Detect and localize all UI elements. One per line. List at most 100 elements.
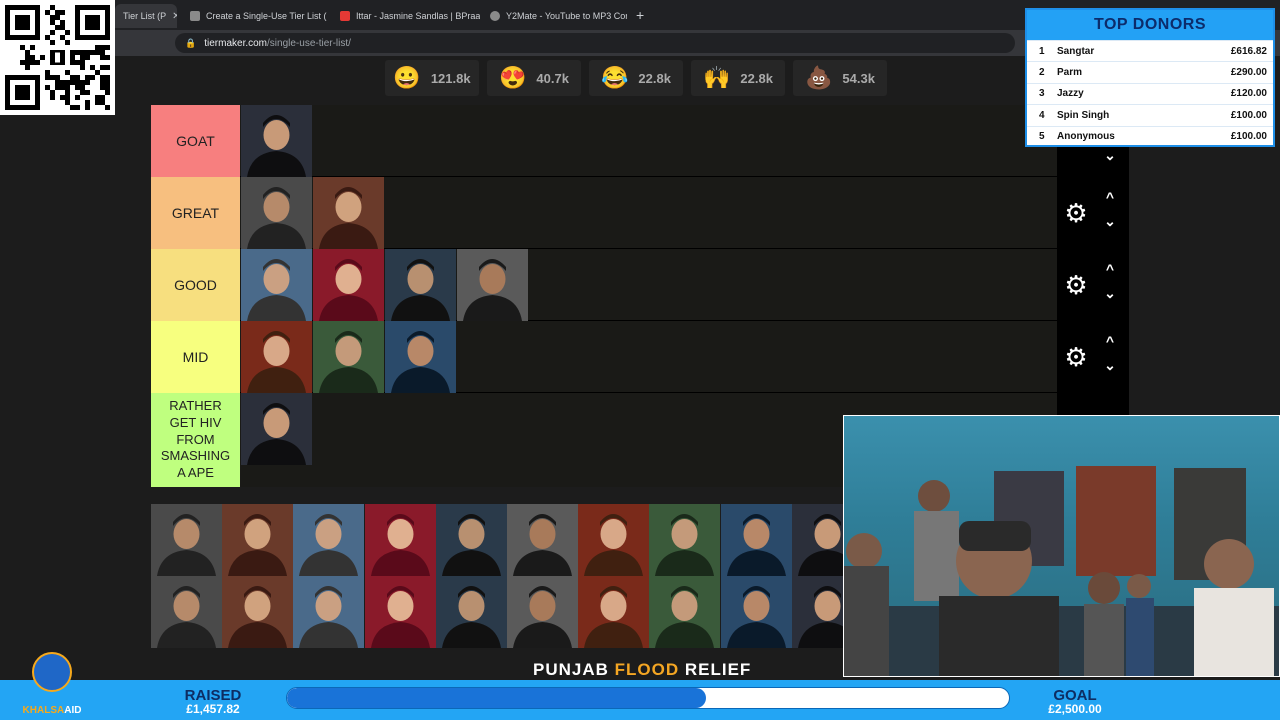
pool-item[interactable]	[364, 576, 436, 648]
donor-rank: 4	[1039, 109, 1045, 121]
donor-rank: 1	[1039, 45, 1045, 57]
gear-icon[interactable]: ⚙	[1062, 199, 1090, 227]
tier-label[interactable]: GREAT	[151, 177, 240, 249]
chevron-up-icon[interactable]: ^	[1101, 189, 1119, 205]
gear-icon[interactable]: ⚙	[1062, 271, 1090, 299]
reaction-poop[interactable]: 💩 54.3k	[793, 60, 887, 96]
tab-tier-list[interactable]: Tier List (P ✕	[115, 4, 177, 28]
donor-name: Parm	[1057, 67, 1083, 79]
tab-y2mate[interactable]: Y2Mate - YouTube to MP3 Conv ✕	[482, 4, 627, 28]
tab-label: Y2Mate - YouTube to MP3 Conv	[506, 11, 627, 21]
donor-row: 1 Sangtar £616.82	[1027, 40, 1273, 61]
new-tab-plus-icon[interactable]: +	[636, 7, 644, 23]
tier-item[interactable]	[313, 321, 384, 393]
portrait-image	[293, 504, 365, 576]
url-field[interactable]: 🔒 tiermaker.com /single-use-tier-list/	[175, 33, 1015, 53]
donor-row: 3 Jazzy £120.00	[1027, 82, 1273, 104]
heart-eyes-emoji-icon: 😍	[499, 65, 527, 90]
donor-amount: £616.82	[1230, 45, 1267, 57]
portrait-image	[241, 249, 312, 321]
pool-item[interactable]	[151, 504, 222, 576]
tier-item[interactable]	[385, 321, 456, 393]
tab-create-tier-list[interactable]: Create a Single-Use Tier List (P ✕	[182, 4, 327, 28]
donor-name: Sangtar	[1057, 45, 1095, 57]
reaction-heart-eyes[interactable]: 😍 40.7k	[487, 60, 581, 96]
tiermaker-favicon-icon	[190, 11, 200, 21]
chevron-down-icon[interactable]: ⌄	[1101, 213, 1119, 230]
pool-item[interactable]	[364, 504, 436, 576]
chevron-down-icon[interactable]: ⌄	[1101, 357, 1119, 374]
youtube-favicon-icon	[340, 11, 350, 21]
tier-item[interactable]	[313, 177, 384, 249]
reaction-bar: 😀 121.8k 😍 40.7k 😂 22.8k 🙌 22.8k 💩 54.3k	[385, 60, 900, 96]
chevron-up-icon[interactable]: ^	[1101, 333, 1119, 349]
tier-controls-mid: ⚙ ^ ⌄	[1057, 321, 1129, 393]
tier-label[interactable]: GOAT	[151, 105, 240, 177]
pool-item[interactable]	[578, 504, 650, 576]
pool-item[interactable]	[507, 576, 578, 648]
tier-item[interactable]	[385, 249, 456, 321]
chevron-down-icon[interactable]: ⌄	[1101, 147, 1119, 164]
pool-item[interactable]	[293, 504, 365, 576]
tier-label[interactable]: GOOD	[151, 249, 240, 321]
reaction-raised-hands[interactable]: 🙌 22.8k	[691, 60, 785, 96]
tier-label[interactable]: RATHER GET HIV FROM SMASHING A APE	[151, 393, 240, 487]
pool-item[interactable]	[649, 576, 721, 648]
logo-text-a: KHALSA	[22, 705, 65, 716]
pool-item[interactable]	[578, 576, 650, 648]
donation-qr-code	[0, 0, 115, 115]
logo-text-b: AID	[64, 705, 82, 716]
tab-label: Tier List (P	[123, 11, 167, 21]
tier-item[interactable]	[241, 321, 312, 393]
donor-rank: 2	[1039, 67, 1045, 79]
top-donors-panel: TOP DONORS 1 Sangtar £616.82 2 Parm £290…	[1025, 8, 1275, 147]
url-domain: tiermaker.com	[204, 37, 268, 49]
pool-item[interactable]	[151, 576, 222, 648]
pool-item[interactable]	[222, 576, 294, 648]
pool-item[interactable]	[507, 504, 578, 576]
tier-label[interactable]: MID	[151, 321, 240, 393]
chevron-down-icon[interactable]: ⌄	[1101, 285, 1119, 302]
pool-item[interactable]	[435, 504, 507, 576]
portrait-image	[507, 576, 578, 648]
flood-relief-banner: PUNJAB FLOOD RELIEF	[533, 660, 753, 680]
khalsa-aid-logo: KHALSAAID	[10, 652, 90, 718]
reaction-count: 40.7k	[536, 70, 569, 86]
lock-icon[interactable]: 🔒	[185, 38, 196, 49]
stream-screen: Tier List (P ✕ Create a Single-Use Tier …	[0, 0, 1280, 720]
url-path: /single-use-tier-list/	[267, 37, 351, 49]
donor-amount: £100.00	[1230, 109, 1267, 121]
tab-label: Ittar - Jasmine Sandlas | BPraak	[356, 11, 480, 21]
close-tab-icon[interactable]: ✕	[172, 11, 177, 22]
tier-item[interactable]	[241, 393, 312, 465]
portrait-image	[720, 504, 792, 576]
laugh-emoji-icon: 😂	[601, 65, 629, 90]
reaction-laugh[interactable]: 😂 22.8k	[589, 60, 683, 96]
portrait-image	[578, 504, 650, 576]
tier-item[interactable]	[457, 249, 528, 321]
pool-item[interactable]	[649, 504, 721, 576]
pool-item[interactable]	[720, 504, 792, 576]
portrait-image	[649, 504, 721, 576]
pool-item[interactable]	[293, 576, 365, 648]
pool-item[interactable]	[435, 576, 507, 648]
tier-item[interactable]	[241, 177, 312, 249]
portrait-image	[293, 576, 365, 648]
reaction-count: 22.8k	[638, 70, 671, 86]
chevron-up-icon[interactable]: ^	[1101, 261, 1119, 277]
pool-item[interactable]	[222, 504, 294, 576]
donor-rank: 5	[1039, 131, 1045, 143]
tab-youtube-ittar[interactable]: Ittar - Jasmine Sandlas | BPraak ✕	[332, 4, 480, 28]
portrait-image	[649, 576, 721, 648]
gear-icon[interactable]: ⚙	[1062, 343, 1090, 371]
banner-text: RELIEF	[679, 660, 752, 679]
tier-item[interactable]	[313, 249, 384, 321]
tier-item[interactable]	[241, 249, 312, 321]
pool-item[interactable]	[720, 576, 792, 648]
portrait-image	[241, 321, 312, 393]
tier-item[interactable]	[241, 105, 312, 177]
qr-code-image	[5, 5, 110, 110]
tab-label: Create a Single-Use Tier List (P	[206, 11, 327, 21]
reaction-grin[interactable]: 😀 121.8k	[385, 60, 479, 96]
reaction-count: 22.8k	[740, 70, 773, 86]
